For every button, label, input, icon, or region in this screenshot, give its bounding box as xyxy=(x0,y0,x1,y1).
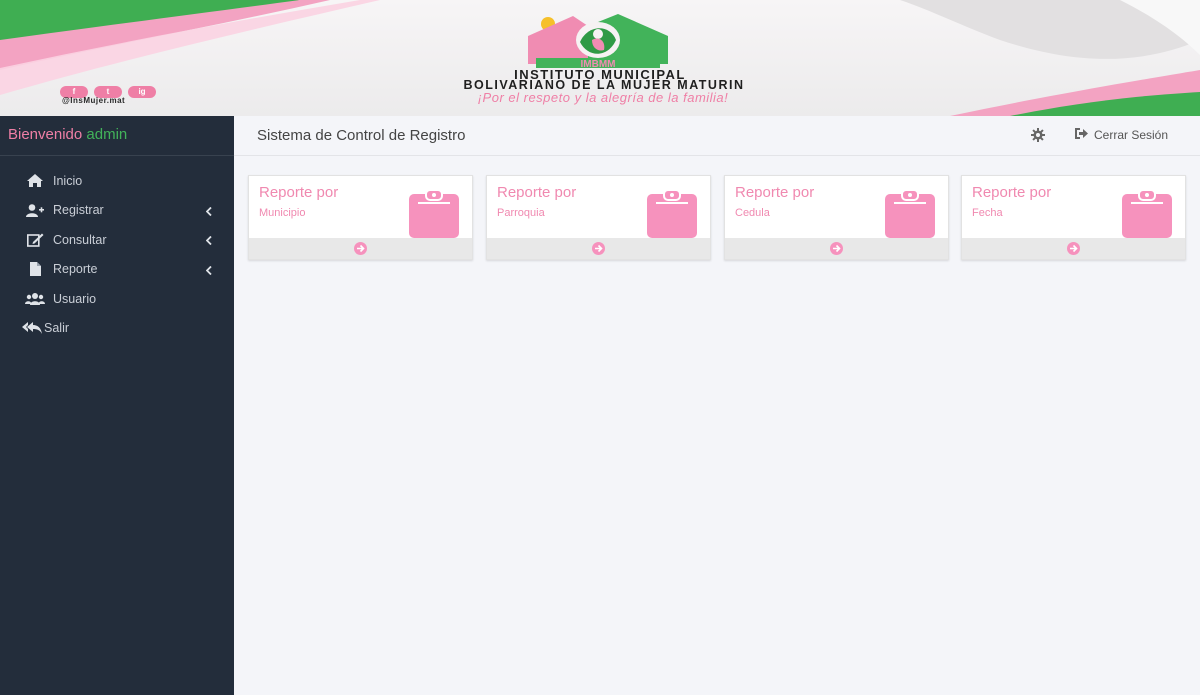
chevron-left-icon xyxy=(205,205,212,219)
card-footer-link[interactable] xyxy=(487,238,710,259)
sidebar-item-consultar[interactable]: Consultar xyxy=(0,225,234,255)
sidebar-item-label: Registrar xyxy=(53,203,104,218)
arrow-circle-right-icon xyxy=(592,242,605,255)
card-footer-link[interactable] xyxy=(725,238,948,259)
edit-icon xyxy=(25,233,45,247)
home-icon xyxy=(25,174,45,188)
sidebar-item-label: Reporte xyxy=(53,262,98,277)
sidebar-item-inicio[interactable]: Inicio xyxy=(0,166,234,196)
user-plus-icon xyxy=(25,203,45,217)
imbmm-logo: IMBMM xyxy=(528,14,668,68)
gear-icon[interactable] xyxy=(1031,128,1045,147)
card-footer-link[interactable] xyxy=(962,238,1185,259)
chevron-left-icon xyxy=(205,264,212,278)
card-subtitle: Cedula xyxy=(735,207,770,219)
arrow-circle-right-icon xyxy=(354,242,367,255)
institute-motto: ¡Por el respeto y la alegría de la famil… xyxy=(477,90,729,105)
clipboard-icon xyxy=(1122,190,1172,238)
logout-button[interactable]: Cerrar Sesión xyxy=(1075,128,1168,142)
sidebar-item-registrar[interactable]: Registrar xyxy=(0,196,234,226)
sidebar-item-usuario[interactable]: Usuario xyxy=(0,284,234,314)
sidebar-item-label: Inicio xyxy=(53,173,83,188)
card-title: Reporte por xyxy=(972,184,1052,201)
file-icon xyxy=(25,262,45,277)
card-title: Reporte por xyxy=(735,184,815,201)
card-subtitle: Municipio xyxy=(259,207,306,219)
card-reporte-municipio[interactable]: Reporte por Municipio xyxy=(248,175,473,260)
card-reporte-fecha[interactable]: Reporte por Fecha xyxy=(961,175,1186,260)
sidebar: Bienvenido admin Inicio Registrar Consul… xyxy=(0,116,234,695)
sidebar-item-salir[interactable]: Salir xyxy=(0,314,234,344)
arrow-circle-right-icon xyxy=(1067,242,1080,255)
reply-all-icon xyxy=(22,321,42,335)
card-subtitle: Parroquia xyxy=(497,207,545,219)
welcome-label: Bienvenido xyxy=(8,126,83,143)
card-reporte-cedula[interactable]: Reporte por Cedula xyxy=(724,175,949,260)
sign-out-icon xyxy=(1075,128,1089,142)
top-bar: Sistema de Control de Registro Cerrar Se… xyxy=(234,116,1200,156)
clipboard-icon xyxy=(885,190,935,238)
sidebar-item-label: Usuario xyxy=(53,291,97,306)
page-title: Sistema de Control de Registro xyxy=(257,127,466,144)
sidebar-menu: Inicio Registrar Consultar Reporte Usuar… xyxy=(0,166,234,343)
arrow-circle-right-icon xyxy=(830,242,843,255)
clipboard-icon xyxy=(647,190,697,238)
card-reporte-parroquia[interactable]: Reporte por Parroquia xyxy=(486,175,711,260)
header-banner: f t ig @InsMujer.mat IMBMM INSTITUTO MUN… xyxy=(0,0,1200,116)
chevron-left-icon xyxy=(205,234,212,248)
sidebar-item-label: Consultar xyxy=(53,232,107,247)
logout-label: Cerrar Sesión xyxy=(1094,128,1169,142)
card-title: Reporte por xyxy=(497,184,577,201)
clipboard-icon xyxy=(409,190,459,238)
card-subtitle: Fecha xyxy=(972,207,1003,219)
welcome-message: Bienvenido admin xyxy=(0,116,234,156)
users-icon xyxy=(25,292,45,306)
card-footer-link[interactable] xyxy=(249,238,472,259)
sidebar-item-reporte[interactable]: Reporte xyxy=(0,255,234,285)
sidebar-item-label: Salir xyxy=(44,321,70,336)
card-title: Reporte por xyxy=(259,184,339,201)
welcome-username: admin xyxy=(86,126,128,143)
